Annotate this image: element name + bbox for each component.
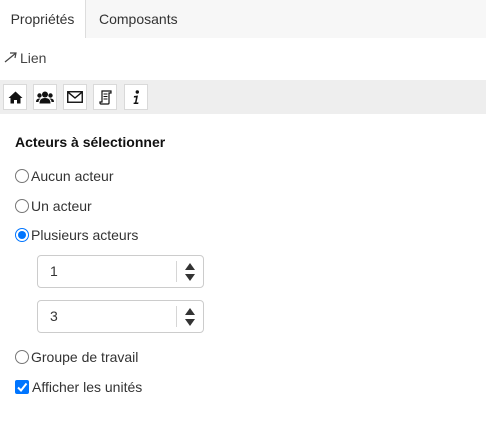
- radio-label: Groupe de travail: [31, 349, 139, 365]
- radio-button[interactable]: [15, 228, 29, 242]
- users-button[interactable]: [33, 84, 57, 110]
- spin-arrows-icon[interactable]: [184, 262, 196, 282]
- show-units-option[interactable]: Afficher les unités: [15, 377, 142, 397]
- radio-label: Un acteur: [31, 198, 92, 214]
- min-actors-stepper[interactable]: 1: [37, 255, 204, 288]
- checkbox-label: Afficher les unités: [32, 379, 143, 395]
- show-units-checkbox[interactable]: [15, 380, 29, 394]
- stepper-value[interactable]: 3: [50, 301, 58, 332]
- radio-button[interactable]: [15, 169, 29, 183]
- info-button[interactable]: [124, 84, 148, 110]
- tab-composants[interactable]: Composants: [99, 0, 178, 38]
- radio-label: Plusieurs acteurs: [31, 227, 139, 243]
- mail-button[interactable]: [63, 84, 87, 110]
- radio-aucun-acteur[interactable]: Aucun acteur: [15, 166, 114, 186]
- stepper-value[interactable]: 1: [50, 256, 58, 287]
- radio-button[interactable]: [15, 199, 29, 213]
- link-label: Lien: [20, 50, 47, 66]
- stepper-divider: [176, 306, 177, 327]
- radio-plusieurs-acteurs[interactable]: Plusieurs acteurs: [15, 225, 138, 245]
- home-icon: [8, 91, 23, 104]
- radio-groupe-de-travail[interactable]: Groupe de travail: [15, 347, 138, 367]
- script-button[interactable]: [93, 84, 117, 110]
- tab-bar: Propriétés Composants: [0, 0, 486, 38]
- home-button[interactable]: [3, 84, 27, 110]
- link-type-row: Lien: [4, 46, 46, 70]
- users-icon: [36, 91, 54, 104]
- diagonal-arrow-icon: [4, 47, 20, 71]
- radio-label: Aucun acteur: [31, 168, 114, 184]
- spin-arrows-icon[interactable]: [184, 307, 196, 327]
- info-icon: [131, 89, 141, 105]
- envelope-icon: [67, 91, 83, 103]
- scroll-icon: [98, 89, 112, 105]
- icon-toolbar: [0, 80, 486, 114]
- radio-un-acteur[interactable]: Un acteur: [15, 196, 92, 216]
- actors-section-title: Acteurs à sélectionner: [15, 134, 166, 150]
- tab-proprietes[interactable]: Propriétés: [0, 0, 86, 38]
- radio-button[interactable]: [15, 350, 29, 364]
- stepper-divider: [176, 261, 177, 282]
- max-actors-stepper[interactable]: 3: [37, 300, 204, 333]
